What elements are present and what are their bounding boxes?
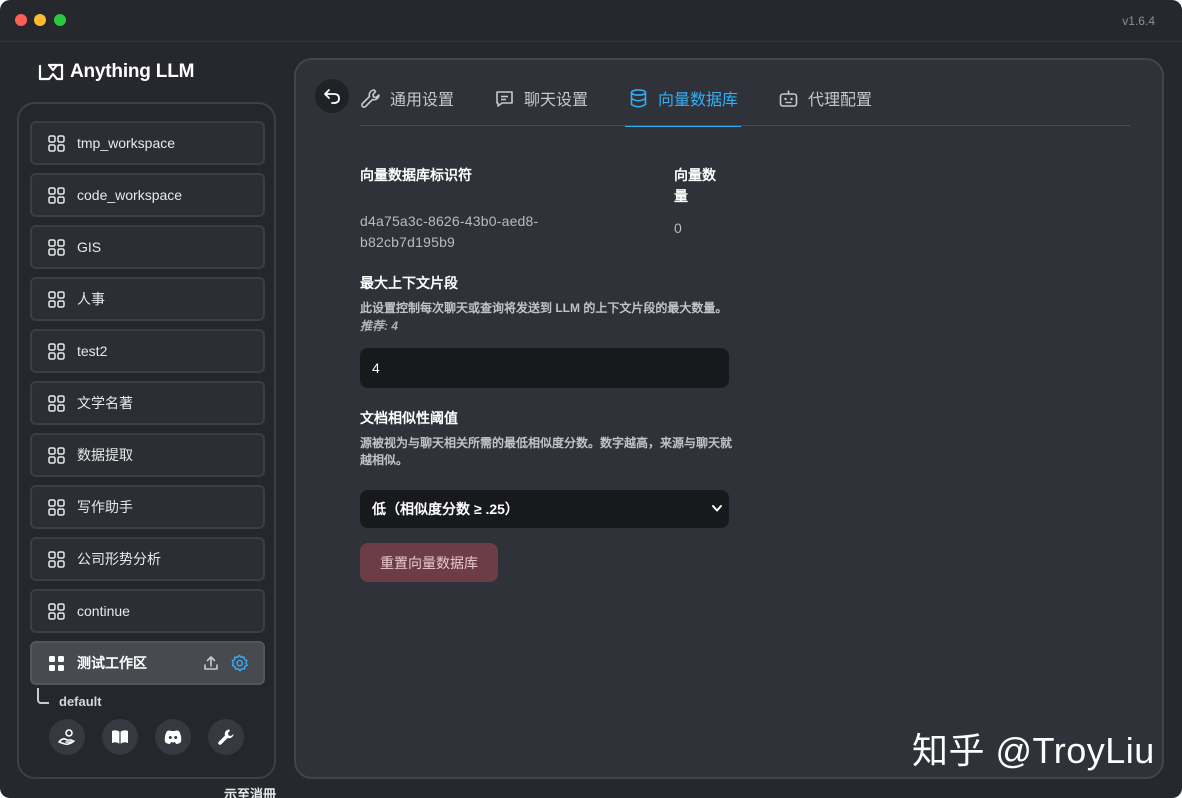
discord-button[interactable] [155, 719, 191, 755]
workspace-settings-panel: 通用设置 聊天设置 向量数据库 代理配置 向量数据库标识符 d4a75a3c-8… [294, 58, 1164, 779]
chat-icon [496, 90, 513, 107]
grid-icon [48, 342, 65, 360]
workspace-item[interactable]: 公司形势分析 [30, 537, 265, 581]
similarity-selected-value: 低（相似度分数 ≥ .25） [372, 501, 519, 517]
version-label: v1.6.4 [1122, 14, 1155, 28]
back-arrow-icon [324, 89, 340, 104]
max-context-description: 此设置控制每次聊天或查询将发送到 LLM 的上下文片段的最大数量。 [360, 301, 728, 315]
workspace-item[interactable]: GIS [30, 225, 265, 269]
workspace-item[interactable]: 测试工作区 [30, 641, 265, 685]
settings-tools-button[interactable] [208, 719, 244, 755]
workspace-label: 文学名著 [77, 395, 133, 411]
grid-icon [48, 498, 65, 516]
robot-icon [779, 90, 798, 107]
docs-button[interactable] [102, 719, 138, 755]
tab-chat-settings[interactable]: 聊天设置 [494, 78, 588, 118]
similarity-title: 文档相似性阈值 [360, 410, 458, 426]
logo-icon [38, 63, 64, 81]
tab-vector-database[interactable]: 向量数据库 [625, 78, 742, 127]
watermark: 知乎 @TroyLiu [912, 730, 1155, 771]
sidebar: tmp_workspace code_workspace GIS 人事 test2 文学名… [17, 102, 276, 779]
title-divider [0, 41, 1182, 42]
workspace-label: continue [77, 603, 130, 619]
settings-tabs: 通用设置 聊天设置 向量数据库 代理配置 [360, 78, 912, 128]
community-hub-icon [58, 729, 75, 745]
similarity-description: 源被视为与聊天相关所需的最低相似度分数。数字越高，来源与聊天就越相似。 [360, 436, 733, 467]
vector-db-settings: 向量数据库标识符 d4a75a3c-8626-43b0-aed8-b82cb7d… [360, 165, 732, 582]
workspace-item[interactable]: tmp_workspace [30, 121, 265, 165]
grid-icon [48, 446, 65, 464]
workspace-item[interactable]: 人事 [30, 277, 265, 321]
vector-count-block: 向量数量 0 [674, 165, 724, 236]
grid-icon [48, 134, 65, 152]
grid-icon [48, 186, 65, 204]
chevron-down-icon [712, 505, 722, 512]
max-context-title: 最大上下文片段 [360, 275, 458, 291]
gear-icon[interactable] [230, 654, 249, 673]
workspace-item[interactable]: 数据提取 [30, 433, 265, 477]
workspace-item[interactable]: continue [30, 589, 265, 633]
workspace-actions [202, 654, 249, 673]
logo-text: Anything LLM [70, 61, 195, 82]
thread-connector [37, 688, 49, 704]
workspace-label: code_workspace [77, 187, 183, 203]
clipped-text: 示至消冊 [224, 787, 277, 798]
max-context-recommended: 推荐: 4 [360, 319, 399, 333]
tab-label: 通用设置 [390, 92, 455, 109]
grid-icon [48, 290, 65, 308]
identifier-title: 向量数据库标识符 [360, 167, 472, 183]
max-context-section: 最大上下文片段 此设置控制每次聊天或查询将发送到 LLM 的上下文片段的最大数量… [360, 273, 740, 388]
wrench-icon [218, 729, 234, 745]
vector-count-value: 0 [674, 220, 682, 236]
workspace-label: tmp_workspace [77, 135, 176, 151]
community-hub-button[interactable] [49, 719, 85, 755]
minimize-window-button[interactable] [34, 14, 46, 26]
app-window: v1.6.4 Anything LLM tmp_workspace code_wo… [0, 0, 1182, 798]
app-logo: Anything LLM [38, 61, 194, 83]
zoom-window-button[interactable] [54, 14, 66, 26]
upload-icon[interactable] [202, 654, 220, 672]
workspace-label: GIS [77, 239, 102, 255]
wrench-icon [361, 88, 380, 108]
docs-book-icon [112, 730, 128, 744]
tab-agent-config[interactable]: 代理配置 [778, 78, 872, 118]
close-window-button[interactable] [15, 14, 27, 26]
vector-count-title: 向量数量 [674, 167, 716, 204]
workspace-item[interactable]: test2 [30, 329, 265, 373]
tab-label: 向量数据库 [658, 92, 739, 109]
tab-label: 代理配置 [808, 92, 873, 109]
workspace-list: tmp_workspace code_workspace GIS 人事 test2 文学名… [30, 121, 265, 693]
sidebar-footer [49, 719, 244, 755]
thread-default[interactable]: default [59, 694, 102, 709]
workspace-label: 写作助手 [77, 499, 133, 515]
tab-general-settings[interactable]: 通用设置 [360, 78, 454, 118]
title-bar: v1.6.4 [0, 0, 1182, 42]
reset-vector-db-button[interactable]: 重置向量数据库 [360, 543, 498, 582]
grid-icon [48, 394, 65, 412]
tabs-divider [360, 125, 1130, 126]
workspace-label: 数据提取 [77, 447, 133, 463]
identifier-value: d4a75a3c-8626-43b0-aed8-b82cb7d195b9 [360, 213, 539, 250]
workspace-label: 人事 [77, 291, 105, 307]
back-button[interactable] [315, 79, 349, 113]
workspace-label: test2 [77, 343, 108, 359]
grid-icon [48, 602, 65, 620]
grid-icon [48, 238, 65, 256]
tab-label: 聊天设置 [524, 92, 589, 109]
discord-icon [164, 730, 182, 744]
workspace-item[interactable]: 文学名著 [30, 381, 265, 425]
max-context-input[interactable]: 4 [360, 348, 729, 388]
grid-icon [48, 550, 65, 568]
similarity-select[interactable]: 低（相似度分数 ≥ .25） [360, 490, 729, 528]
database-icon [630, 88, 647, 108]
workspace-label: 测试工作区 [77, 655, 147, 671]
workspace-item[interactable]: 写作助手 [30, 485, 265, 529]
grid-icon [49, 655, 64, 671]
workspace-label: 公司形势分析 [77, 551, 161, 567]
similarity-section: 文档相似性阈值 源被视为与聊天相关所需的最低相似度分数。数字越高，来源与聊天就越… [360, 408, 740, 528]
workspace-item[interactable]: code_workspace [30, 173, 265, 217]
